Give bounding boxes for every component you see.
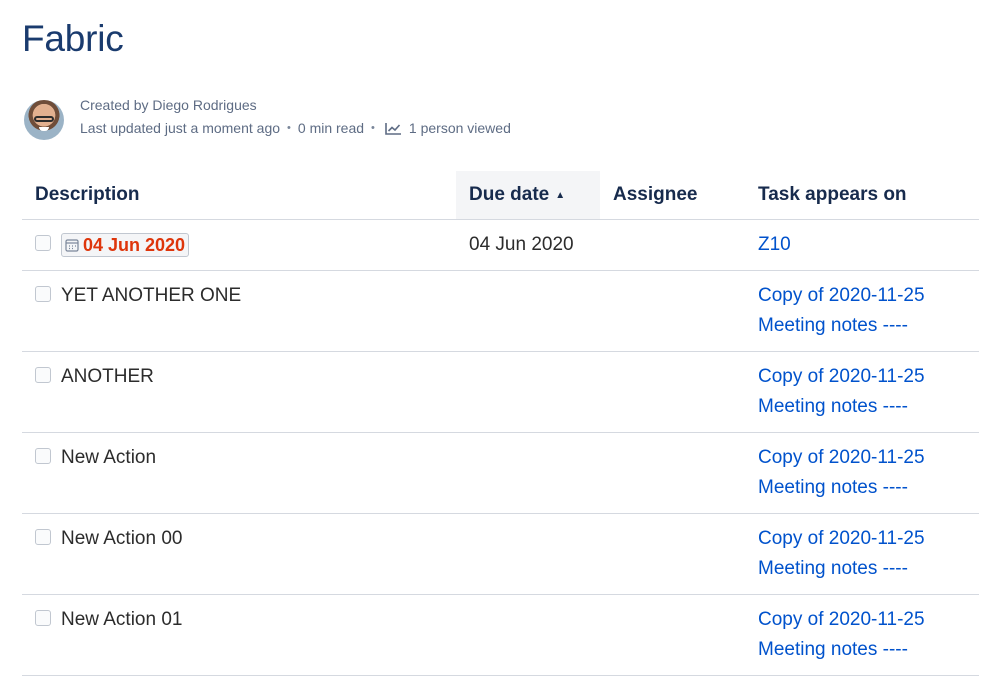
task-report-table: Description Due date ▲ Assignee Task appe… (22, 171, 979, 676)
task-description-cell: New Action (22, 432, 456, 514)
assignee-cell (600, 594, 745, 676)
task-checkbox[interactable] (35, 448, 51, 465)
due-date-cell: 04 Jun 2020 (456, 219, 600, 271)
page-link[interactable]: Meeting notes ---- (758, 473, 966, 503)
table-row: 04 Jun 2020 04 Jun 2020 Z10 (22, 219, 979, 271)
task-checkbox[interactable] (35, 367, 51, 384)
table-row: New Action 01 Copy of 2020-11-25 Meeting… (22, 594, 979, 676)
page-link[interactable]: Meeting notes ---- (758, 554, 966, 584)
task-description-cell: New Action 01 (22, 594, 456, 676)
task-description-cell: ANOTHER (22, 351, 456, 433)
appears-on-cell: Z10 (745, 219, 979, 271)
table-row: ANOTHER Copy of 2020-11-25 Meeting notes… (22, 351, 979, 433)
page-link[interactable]: Meeting notes ---- (758, 392, 966, 422)
line-chart-icon (385, 122, 401, 135)
date-lozenge-text: 04 Jun 2020 (83, 234, 186, 255)
column-header-due-date-label: Due date (469, 184, 550, 205)
avatar-mouth (39, 127, 49, 131)
separator-dot: • (287, 122, 291, 134)
page-link[interactable]: Meeting notes ---- (758, 635, 966, 665)
table-header-row: Description Due date ▲ Assignee Task appe… (22, 171, 979, 220)
due-date-cell (456, 513, 600, 595)
appears-on-cell: Copy of 2020-11-25 Meeting notes ---- (745, 513, 979, 595)
task-checkbox[interactable] (35, 235, 51, 251)
task-text[interactable]: New Action 00 (61, 528, 182, 549)
page-link[interactable]: Meeting notes ---- (758, 311, 966, 341)
avatar[interactable] (24, 100, 64, 140)
assignee-cell (600, 270, 745, 352)
task-text[interactable]: New Action (61, 447, 156, 468)
page-link[interactable]: Copy of 2020-11-25 (758, 281, 966, 311)
due-date-cell (456, 594, 600, 676)
appears-on-cell: Copy of 2020-11-25 Meeting notes ---- (745, 351, 979, 433)
calendar-icon (65, 239, 79, 252)
task-checkbox[interactable] (35, 610, 51, 627)
last-updated-text[interactable]: Last updated just a moment ago (80, 120, 280, 136)
task-description-cell: New Action 00 (22, 513, 456, 595)
page-link[interactable]: Copy of 2020-11-25 (758, 443, 966, 473)
metadata-line: Last updated just a moment ago • 0 min r… (80, 120, 511, 136)
due-date-cell (456, 270, 600, 352)
appears-on-cell: Copy of 2020-11-25 Meeting notes ---- (745, 270, 979, 352)
column-header-description[interactable]: Description (22, 171, 456, 220)
task-description-cell: 04 Jun 2020 (22, 219, 456, 271)
column-header-assignee[interactable]: Assignee (600, 171, 745, 220)
table-row: YET ANOTHER ONE Copy of 2020-11-25 Meeti… (22, 270, 979, 352)
column-header-due-date[interactable]: Due date ▲ (456, 171, 600, 220)
task-checkbox[interactable] (35, 529, 51, 546)
date-lozenge[interactable]: 04 Jun 2020 (61, 232, 190, 257)
table-row: New Action 00 Copy of 2020-11-25 Meeting… (22, 513, 979, 595)
page-link[interactable]: Copy of 2020-11-25 (758, 524, 966, 554)
avatar-glasses (34, 116, 54, 122)
task-text[interactable]: New Action 01 (61, 609, 182, 630)
created-by-text[interactable]: Created by Diego Rodrigues (80, 97, 257, 113)
task-description-cell: YET ANOTHER ONE (22, 270, 456, 352)
sort-ascending-icon: ▲ (555, 190, 566, 201)
column-header-appears-on[interactable]: Task appears on (745, 171, 979, 220)
page-title: Fabric (22, 18, 124, 59)
task-text[interactable]: YET ANOTHER ONE (61, 285, 241, 306)
read-time-text: 0 min read (297, 120, 365, 136)
assignee-cell (600, 219, 745, 271)
due-date-cell (456, 351, 600, 433)
page-link[interactable]: Copy of 2020-11-25 (758, 605, 966, 635)
assignee-cell (600, 351, 745, 433)
table-row: New Action Copy of 2020-11-25 Meeting no… (22, 432, 979, 514)
page-link[interactable]: Copy of 2020-11-25 (758, 362, 966, 392)
viewers-text[interactable]: 1 person viewed (409, 120, 511, 136)
separator-dot: • (371, 122, 375, 134)
page-link[interactable]: Z10 (758, 230, 966, 260)
assignee-cell (600, 432, 745, 514)
appears-on-cell: Copy of 2020-11-25 Meeting notes ---- (745, 432, 979, 514)
appears-on-cell: Copy of 2020-11-25 Meeting notes ---- (745, 594, 979, 676)
due-date-cell (456, 432, 600, 514)
task-checkbox[interactable] (35, 286, 51, 303)
assignee-cell (600, 513, 745, 595)
task-text[interactable]: ANOTHER (61, 366, 154, 387)
